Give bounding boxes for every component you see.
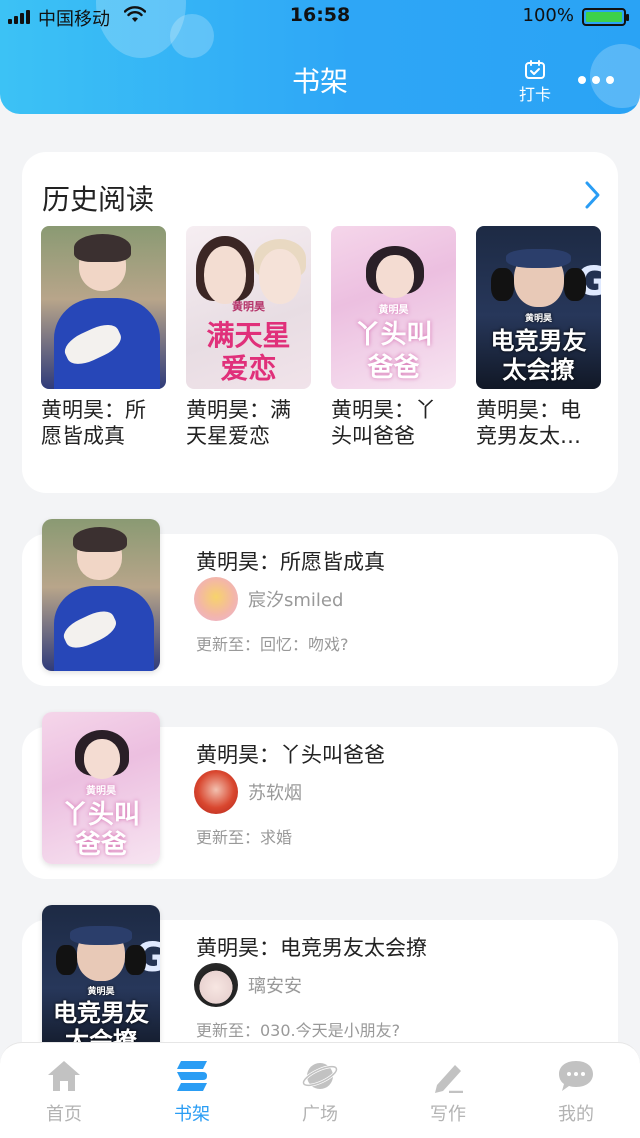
book-cover[interactable]: 黄明昊 丫头叫 爸爸 <box>42 712 160 864</box>
tab-mine[interactable]: 我的 <box>512 1043 640 1138</box>
avatar <box>194 770 238 814</box>
history-item-title: 黄明昊：丫头叫爸爸 <box>331 398 436 448</box>
book-cover[interactable]: G 黄明昊 电竞男友 太会撩 <box>42 905 160 1057</box>
history-item-title: 黄明昊：电竞男友太会撩 <box>476 398 581 448</box>
tab-label: 广场 <box>302 1104 338 1125</box>
tab-bookshelf[interactable]: 书架 <box>128 1043 256 1138</box>
tab-label: 书架 <box>174 1104 210 1125</box>
history-item[interactable]: 黄明昊 丫头叫 爸爸 黄明昊：丫头叫爸爸 <box>331 226 456 449</box>
author-name: 苏软烟 <box>248 783 302 804</box>
pen-icon <box>435 1065 463 1093</box>
history-title: 历史阅读 <box>42 183 155 216</box>
header: 中国移动 16:58 100% 书架 打卡 <box>0 0 640 114</box>
dot-icon <box>578 76 586 84</box>
cover-title-line: 爸爸 <box>367 352 420 383</box>
book-cover: 黄明昊 丫头叫 爸爸 <box>331 226 456 389</box>
cover-title-line: 丫头叫 <box>354 320 433 351</box>
calendar-check-icon <box>525 60 545 79</box>
battery-percent: 100% <box>522 5 574 26</box>
book-latest-chapter: 更新至：030.今天是小朋友? <box>196 1021 401 1040</box>
tab-label: 首页 <box>46 1104 82 1125</box>
history-item[interactable]: G 黄明昊 电竞男友 太会撩 黄明昊：电竞男友太会撩 <box>476 226 601 449</box>
chat-bubble-icon <box>559 1061 593 1091</box>
author-name: 璃安安 <box>248 976 302 997</box>
avatar <box>194 963 238 1007</box>
history-item[interactable]: 黄明昊：所愿皆成真 <box>41 226 166 449</box>
book-author[interactable]: 苏软烟 <box>194 770 302 814</box>
history-reading-card: 历史阅读 黄明昊：所愿皆成真 黄明昊 满天星 爱恋 黄明昊：满天星爱恋 黄明昊 … <box>22 152 618 493</box>
bottom-tab-bar: 首页 书架 广场 写作 我的 <box>0 1042 640 1138</box>
tab-home[interactable]: 首页 <box>0 1043 128 1138</box>
book-cover: 黄明昊 满天星 爱恋 <box>186 226 311 389</box>
book-title[interactable]: 黄明昊：电竞男友太会撩 <box>196 932 427 962</box>
tab-square[interactable]: 广场 <box>256 1043 384 1138</box>
history-item-title: 黄明昊：满天星爱恋 <box>186 398 291 448</box>
book-latest-chapter: 更新至：求婚 <box>196 828 293 847</box>
book-latest-chapter: 更新至：回忆：吻戏? <box>196 635 349 654</box>
checkin-label: 打卡 <box>518 85 551 104</box>
cover-title-line: 太会撩 <box>502 354 575 384</box>
chevron-right-icon <box>585 181 600 209</box>
book-cover <box>41 226 166 389</box>
tab-label: 我的 <box>558 1104 594 1125</box>
cover-title-line: 爸爸 <box>74 830 127 861</box>
author-name: 宸汐smiled <box>248 590 344 611</box>
dot-icon <box>592 76 600 84</box>
history-more-button[interactable] <box>582 180 602 214</box>
history-item-title: 黄明昊：所愿皆成真 <box>41 398 146 448</box>
checkin-button[interactable]: 打卡 <box>514 60 556 105</box>
book-author[interactable]: 宸汐smiled <box>194 577 343 621</box>
avatar <box>194 577 238 621</box>
battery-icon <box>582 8 629 26</box>
tab-write[interactable]: 写作 <box>384 1043 512 1138</box>
status-bar: 中国移动 16:58 100% <box>0 0 640 34</box>
cover-title-line: 爱恋 <box>220 351 277 385</box>
more-menu-button[interactable] <box>578 76 614 84</box>
planet-icon <box>301 1063 339 1089</box>
bookshelf-icon <box>177 1061 207 1091</box>
book-title[interactable]: 黄明昊：所愿皆成真 <box>196 546 385 576</box>
cover-tag: 黄明昊 <box>232 299 265 313</box>
tab-label: 写作 <box>430 1104 466 1125</box>
book-cover[interactable] <box>42 519 160 671</box>
book-author[interactable]: 璃安安 <box>194 963 302 1007</box>
home-icon <box>48 1061 80 1091</box>
book-title[interactable]: 黄明昊：丫头叫爸爸 <box>196 739 385 769</box>
history-item[interactable]: 黄明昊 满天星 爱恋 黄明昊：满天星爱恋 <box>186 226 311 449</box>
book-cover: G 黄明昊 电竞男友 太会撩 <box>476 226 601 389</box>
dot-icon <box>606 76 614 84</box>
